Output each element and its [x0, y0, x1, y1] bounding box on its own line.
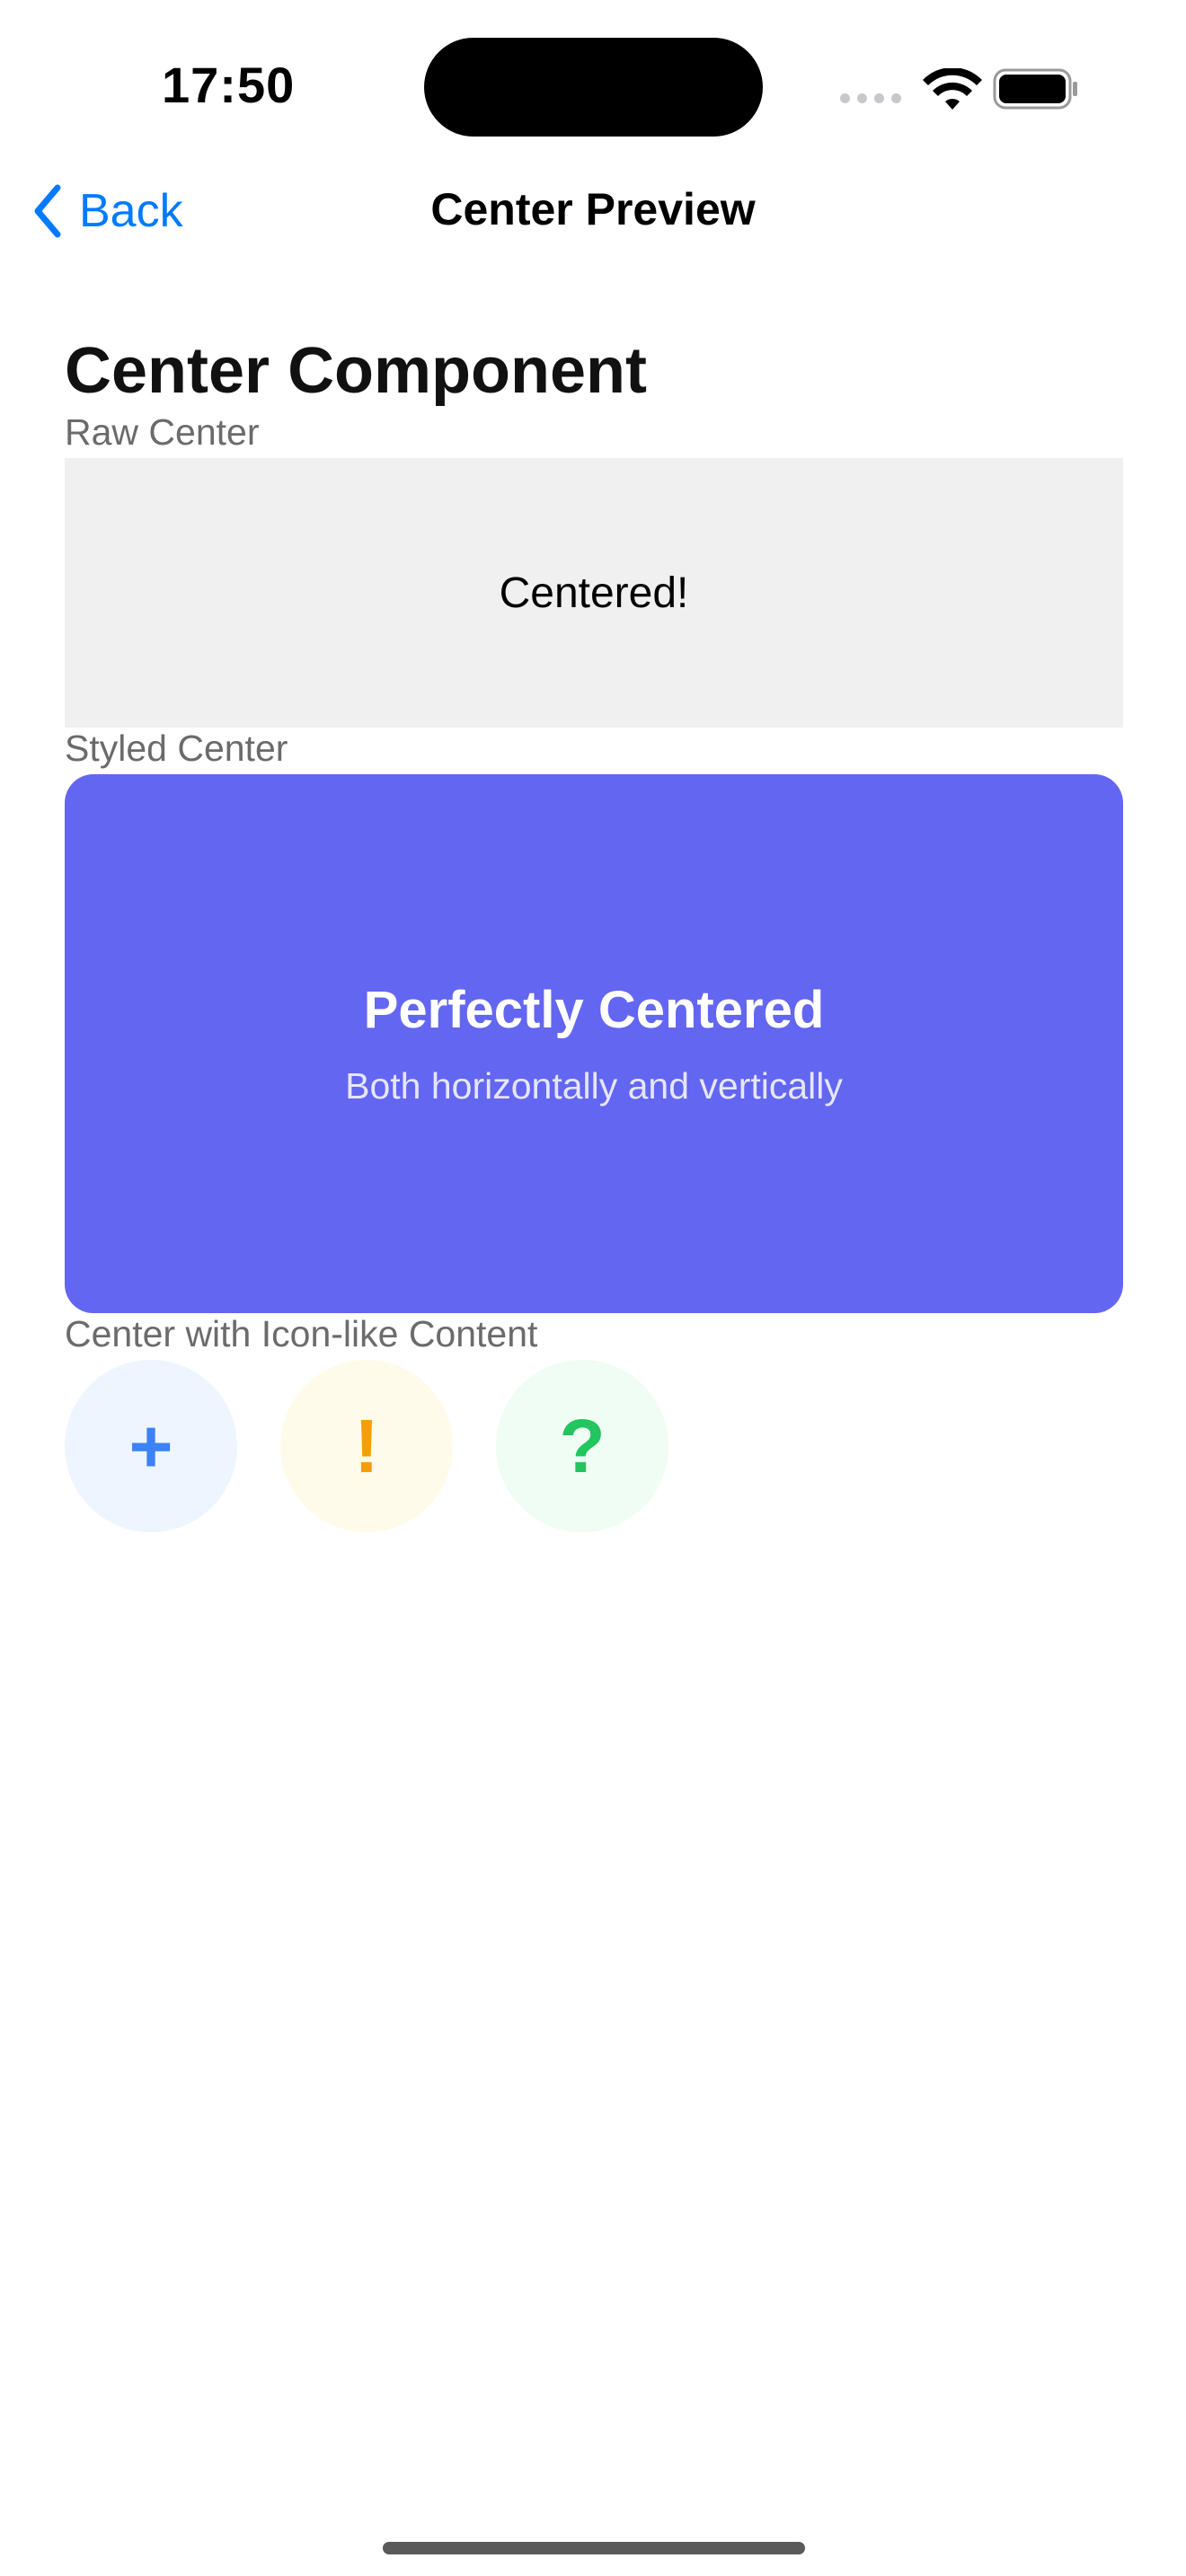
app-screen: 17:50 Back Center Preview Center Compone…: [0, 0, 1186, 2576]
raw-center-text: Centered!: [499, 569, 689, 617]
exclamation-icon: !: [354, 1403, 379, 1488]
styled-center-subtitle: Both horizontally and vertically: [345, 1065, 843, 1107]
home-indicator[interactable]: [383, 2542, 805, 2554]
exclamation-icon-circle: !: [280, 1360, 453, 1532]
question-icon-circle: ?: [496, 1360, 668, 1532]
styled-center-label: Styled Center: [65, 728, 288, 769]
plus-icon-circle: +: [65, 1360, 237, 1532]
icon-center-label: Center with Icon-like Content: [65, 1313, 538, 1354]
raw-center-label: Raw Center: [65, 411, 260, 453]
status-icons: [840, 63, 1083, 113]
cellular-signal-icon: [840, 93, 903, 104]
raw-center-box: Centered!: [65, 458, 1123, 728]
styled-center-box: Perfectly Centered Both horizontally and…: [65, 774, 1123, 1313]
page-title: Center Component: [65, 335, 647, 407]
wifi-icon: [923, 68, 982, 110]
plus-icon: +: [128, 1403, 173, 1488]
dynamic-island: [424, 38, 763, 137]
status-time: 17:50: [162, 57, 296, 113]
styled-center-title: Perfectly Centered: [363, 981, 825, 1039]
question-icon: ?: [559, 1403, 606, 1488]
nav-title: Center Preview: [430, 184, 756, 234]
battery-icon: [993, 68, 1077, 110]
